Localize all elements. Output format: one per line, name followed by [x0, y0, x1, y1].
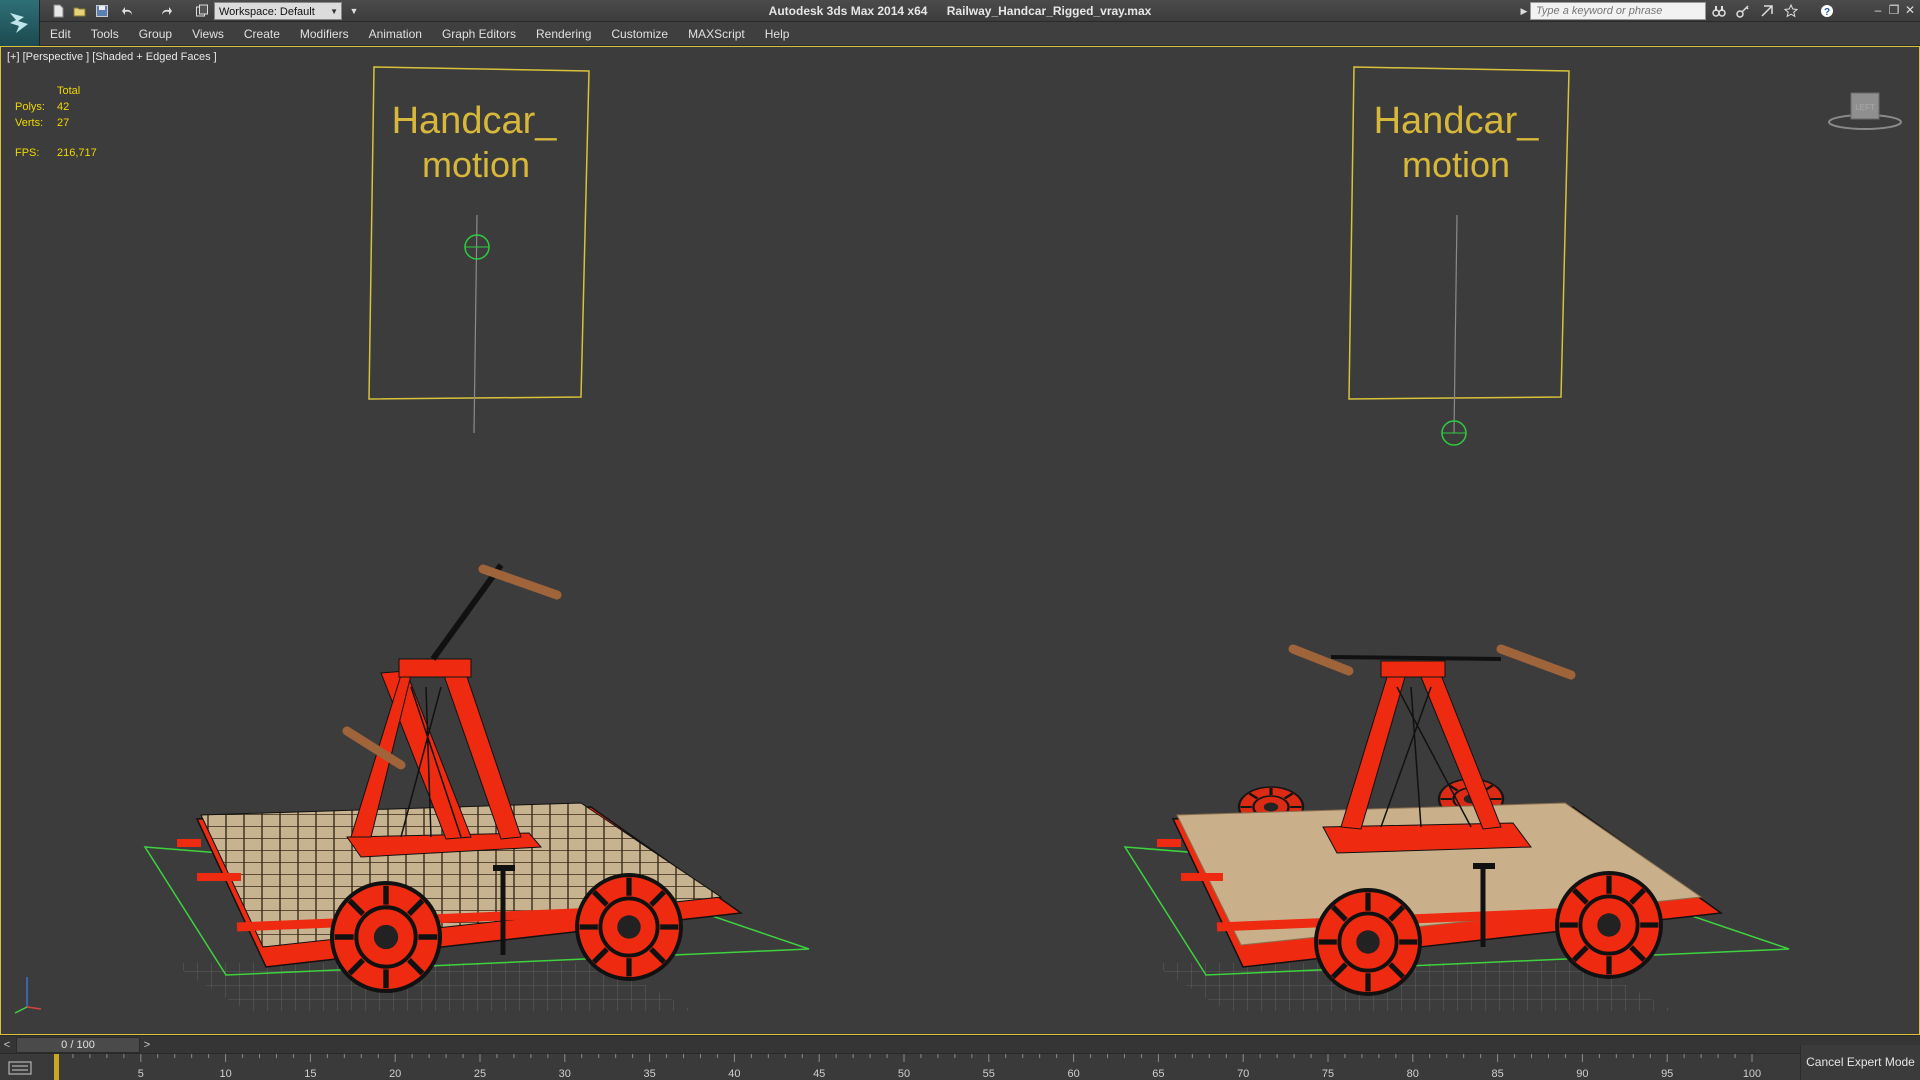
menu-customize[interactable]: Customize: [601, 22, 678, 46]
ruler-tick-label: 70: [1237, 1068, 1249, 1080]
minimize-button[interactable]: –: [1870, 2, 1886, 18]
communication-center-icon[interactable]: [1758, 2, 1776, 20]
current-frame-marker[interactable]: [54, 1054, 59, 1080]
save-icon[interactable]: [92, 2, 112, 20]
ruler-tick-label: 95: [1661, 1068, 1673, 1080]
handcar-model-right[interactable]: [1123, 644, 1790, 1011]
ruler-tick-label: 55: [983, 1068, 995, 1080]
time-slider-next-button[interactable]: >: [140, 1036, 154, 1054]
ruler-tick-label: 15: [304, 1068, 316, 1080]
track-bar[interactable]: 5 10 15 20 25 30 35 40 45 50 55 60 65 70 75 80 85 90 95 100: [0, 1053, 1800, 1080]
menu-bar: Edit Tools Group Views Create Modifiers …: [40, 22, 1920, 46]
binoculars-icon[interactable]: [1710, 2, 1728, 20]
ruler-tick-label: 10: [219, 1068, 231, 1080]
workspace-label: Workspace: Default: [219, 6, 315, 18]
ruler-tick-label: 60: [1067, 1068, 1079, 1080]
ruler-tick-label: 5: [138, 1068, 144, 1080]
menu-maxscript[interactable]: MAXScript: [678, 22, 755, 46]
app-window: Workspace: Default ▼ ▼ Autodesk 3ds Max …: [0, 0, 1920, 1080]
help-icon[interactable]: ?: [1818, 2, 1836, 20]
ruler-tick-label: 50: [898, 1068, 910, 1080]
menu-create[interactable]: Create: [234, 22, 290, 46]
close-button[interactable]: ✕: [1902, 2, 1918, 18]
ruler-tick-label: 30: [559, 1068, 571, 1080]
file-name: Railway_Handcar_Rigged_vray.max: [946, 4, 1152, 18]
title-bar: Workspace: Default ▼ ▼ Autodesk 3ds Max …: [0, 0, 1920, 22]
open-file-icon[interactable]: [70, 2, 90, 20]
app-name: Autodesk 3ds Max 2014 x64: [768, 4, 928, 18]
frame-ruler[interactable]: 5 10 15 20 25 30 35 40 45 50 55 60 65 70 75 80 85 90 95 100: [0, 1054, 1800, 1080]
ruler-tick-label: 65: [1152, 1068, 1164, 1080]
menu-tools[interactable]: Tools: [81, 22, 129, 46]
control-label-right-line2: motion: [1402, 144, 1510, 185]
curve-editor-toggle-icon[interactable]: [8, 1060, 32, 1076]
scene-canvas[interactable]: Handcar_ motion Handcar_ motion: [1, 47, 1919, 1034]
handcar-model-left[interactable]: [143, 563, 810, 1011]
restore-button[interactable]: ❐: [1886, 2, 1902, 18]
svg-text:?: ?: [1824, 7, 1830, 18]
chevron-down-icon: ▼: [330, 7, 338, 16]
menu-views[interactable]: Views: [182, 22, 234, 46]
workspace-dropdown[interactable]: Workspace: Default ▼: [214, 2, 342, 20]
handcar-motion-control-left[interactable]: Handcar_ motion: [368, 66, 590, 434]
ruler-tick-label: 20: [389, 1068, 401, 1080]
key-icon[interactable]: [1734, 2, 1752, 20]
ruler-tick-label: 45: [813, 1068, 825, 1080]
search-input[interactable]: Type a keyword or phrase: [1530, 2, 1706, 20]
application-menu-button[interactable]: [0, 0, 40, 46]
ruler-tick-label: 40: [728, 1068, 740, 1080]
menu-edit[interactable]: Edit: [40, 22, 81, 46]
ruler-tick-label: 85: [1491, 1068, 1503, 1080]
undo-icon[interactable]: [118, 2, 138, 20]
new-file-icon[interactable]: [48, 2, 68, 20]
search-placeholder: Type a keyword or phrase: [1536, 5, 1663, 17]
menu-animation[interactable]: Animation: [359, 22, 432, 46]
3dsmax-logo-icon: [9, 13, 28, 33]
menu-graph-editors[interactable]: Graph Editors: [432, 22, 526, 46]
time-slider[interactable]: < 0 / 100 >: [0, 1035, 1920, 1053]
favorites-star-icon[interactable]: [1782, 2, 1800, 20]
menu-help[interactable]: Help: [755, 22, 800, 46]
time-slider-thumb[interactable]: 0 / 100: [16, 1037, 140, 1053]
perspective-viewport[interactable]: [+] [Perspective ] [Shaded + Edged Faces…: [0, 46, 1920, 1035]
project-folder-icon[interactable]: [192, 2, 212, 20]
ruler-tick-label: 90: [1576, 1068, 1588, 1080]
handcar-motion-control-right[interactable]: Handcar_ motion: [1348, 66, 1570, 446]
menu-group[interactable]: Group: [129, 22, 182, 46]
control-label-left-line1: Handcar_: [392, 100, 558, 142]
dropdown-arrow-icon[interactable]: ▼: [344, 2, 364, 20]
frame-counter: 0 / 100: [61, 1039, 95, 1051]
redo-icon[interactable]: [156, 2, 176, 20]
ruler-tick-label: 80: [1407, 1068, 1419, 1080]
control-label-right-line1: Handcar_: [1374, 100, 1540, 142]
ruler-tick-label: 75: [1322, 1068, 1334, 1080]
ruler-tick-label: 35: [643, 1068, 655, 1080]
time-slider-prev-button[interactable]: <: [0, 1036, 14, 1054]
cancel-expert-mode-button[interactable]: Cancel Expert Mode: [1800, 1045, 1920, 1080]
ruler-tick-label: 25: [474, 1068, 486, 1080]
menu-rendering[interactable]: Rendering: [526, 22, 601, 46]
world-axis-tripod-icon: [14, 977, 42, 1014]
menu-modifiers[interactable]: Modifiers: [290, 22, 359, 46]
ruler-tick-label: 100: [1743, 1068, 1761, 1080]
control-label-left-line2: motion: [422, 144, 530, 185]
